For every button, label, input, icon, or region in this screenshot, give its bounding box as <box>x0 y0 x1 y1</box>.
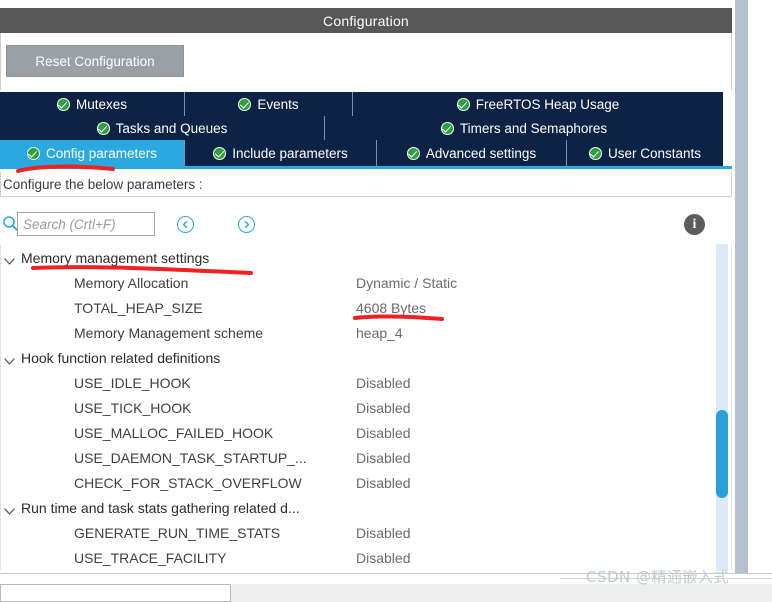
green-check-icon <box>588 146 602 160</box>
tab-label: Include parameters <box>232 145 348 161</box>
tree-parameter-value[interactable]: Disabled <box>356 425 410 441</box>
info-icon[interactable]: i <box>684 214 705 235</box>
outer-scrollbar[interactable] <box>735 0 748 585</box>
toolbar: Reset Configuration <box>0 33 732 90</box>
tab-label: Config parameters <box>45 145 158 161</box>
tab-row-1: Mutexes Events FreeRTOS Heap Usage <box>0 92 723 116</box>
subheader: Configure the below parameters : <box>0 172 732 197</box>
green-check-icon <box>213 146 227 160</box>
page-title: Configuration <box>323 12 409 29</box>
tree-parameter-row[interactable]: TOTAL_HEAP_SIZE 4608 Bytes <box>1 295 731 320</box>
tree-parameter-label: USE_MALLOC_FAILED_HOOK <box>74 424 274 441</box>
tree-group-label: Memory management settings <box>21 249 210 266</box>
inner-scrollbar-thumb[interactable] <box>716 410 728 498</box>
tree-parameter-row[interactable]: USE_TICK_HOOK Disabled <box>1 395 731 420</box>
tab-label: Mutexes <box>75 96 128 112</box>
tree-parameter-value[interactable]: heap_4 <box>356 325 403 341</box>
chevron-down-icon[interactable] <box>3 253 16 265</box>
green-check-icon <box>456 97 470 111</box>
tab-config-parameters[interactable]: Config parameters <box>0 140 185 166</box>
tab-events[interactable]: Events <box>185 92 353 116</box>
tree-parameter-row[interactable]: GENERATE_RUN_TIME_STATS Disabled <box>1 520 731 545</box>
tree-parameter-row[interactable]: CHECK_FOR_STACK_OVERFLOW Disabled <box>1 470 731 495</box>
tree-parameter-label: TOTAL_HEAP_SIZE <box>74 299 203 316</box>
tree-parameter-row[interactable]: USE_DAEMON_TASK_STARTUP_... Disabled <box>1 445 731 470</box>
chevron-left-circle-icon[interactable] <box>177 216 194 233</box>
green-check-icon <box>406 146 420 160</box>
reset-configuration-label: Reset Configuration <box>35 53 155 69</box>
inner-scrollbar-track[interactable] <box>716 244 728 571</box>
tree-group-row[interactable]: Memory management settings <box>1 245 731 270</box>
tree-parameter-value[interactable]: Dynamic / Static <box>356 275 457 291</box>
green-check-icon <box>26 146 40 160</box>
search-bar <box>0 205 732 243</box>
chevron-down-icon[interactable] <box>3 503 16 515</box>
tree-group-label: Run time and task stats gathering relate… <box>21 499 300 516</box>
tree-parameter-row[interactable]: Memory Allocation Dynamic / Static <box>1 270 731 295</box>
tree-parameter-value[interactable]: 4608 Bytes <box>356 300 426 316</box>
tree-group-row[interactable]: Hook function related definitions <box>1 345 731 370</box>
tree-parameter-label: Memory Management scheme <box>74 324 264 341</box>
tab-label: User Constants <box>607 145 702 161</box>
tree-group-row[interactable]: Run time and task stats gathering relate… <box>1 495 731 520</box>
reset-configuration-button[interactable]: Reset Configuration <box>6 45 184 77</box>
tab-timers-and-semaphores[interactable]: Timers and Semaphores <box>325 116 723 140</box>
tree-parameter-value[interactable]: Disabled <box>356 550 410 566</box>
tree-parameter-label: USE_IDLE_HOOK <box>74 374 191 391</box>
tab-row-2: Tasks and Queues Timers and Semaphores <box>0 116 723 140</box>
tree-parameter-row[interactable]: USE_IDLE_HOOK Disabled <box>1 370 731 395</box>
tab-user-constants[interactable]: User Constants <box>567 140 723 166</box>
green-check-icon <box>238 97 252 111</box>
chevron-down-icon[interactable] <box>3 353 16 365</box>
tab-label: Events <box>257 96 299 112</box>
tab-mutexes[interactable]: Mutexes <box>0 92 185 116</box>
tab-label: Advanced settings <box>425 145 537 161</box>
watermark: CSDN @精通嵌入式 <box>586 568 730 586</box>
tree-parameter-value[interactable]: Disabled <box>356 475 410 491</box>
green-check-icon <box>56 97 70 111</box>
configuration-window: Configuration Reset Configuration Mutexe… <box>0 0 772 602</box>
tree-parameter-value[interactable]: Disabled <box>356 400 410 416</box>
tab-include-parameters[interactable]: Include parameters <box>185 140 377 166</box>
tree-parameter-label: CHECK_FOR_STACK_OVERFLOW <box>74 474 302 491</box>
parameter-tree: Memory management settings Memory Allocat… <box>0 245 732 570</box>
tree-parameter-value[interactable]: Disabled <box>356 375 410 391</box>
tree-parameter-row[interactable]: Memory Management scheme heap_4 <box>1 320 731 345</box>
tree-parameter-value[interactable]: Disabled <box>356 525 410 541</box>
tab-freertos-heap-usage[interactable]: FreeRTOS Heap Usage <box>353 92 723 116</box>
tree-parameter-value[interactable]: Disabled <box>356 450 410 466</box>
tab-label: FreeRTOS Heap Usage <box>475 96 620 112</box>
tab-advanced-settings[interactable]: Advanced settings <box>377 140 567 166</box>
window-title-bar: Configuration <box>0 8 732 33</box>
tree-parameter-row[interactable]: USE_MALLOC_FAILED_HOOK Disabled <box>1 420 731 445</box>
green-check-icon <box>440 121 454 135</box>
tree-parameter-label: GENERATE_RUN_TIME_STATS <box>74 524 281 541</box>
info-icon-glyph: i <box>692 216 697 232</box>
tree-group-label: Hook function related definitions <box>21 349 221 366</box>
green-check-icon <box>96 121 110 135</box>
tab-row-3: Config parameters Include parameters Advan… <box>0 140 723 166</box>
tree-parameter-label: USE_TICK_HOOK <box>74 399 192 416</box>
search-input[interactable] <box>17 212 155 236</box>
subheader-label: Configure the below parameters : <box>3 176 203 192</box>
tab-tasks-and-queues[interactable]: Tasks and Queues <box>0 116 325 140</box>
tree-parameter-label: Memory Allocation <box>74 274 189 291</box>
tab-label: Timers and Semaphores <box>459 120 608 136</box>
tabs-accent-underline <box>0 166 732 169</box>
tree-parameter-label: USE_TRACE_FACILITY <box>74 549 227 566</box>
chevron-right-circle-icon[interactable] <box>238 216 255 233</box>
tab-label: Tasks and Queues <box>115 120 228 136</box>
bottom-status-field[interactable] <box>0 584 231 602</box>
tree-parameter-label: USE_DAEMON_TASK_STARTUP_... <box>74 449 307 466</box>
